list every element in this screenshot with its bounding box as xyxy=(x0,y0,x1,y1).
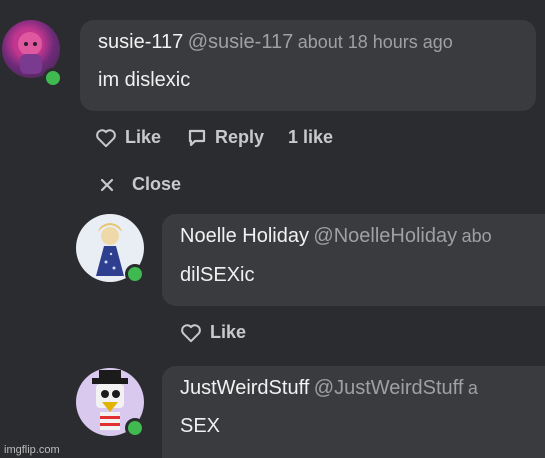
comment-bubble: Noelle Holiday @NoelleHoliday abo dilSEX… xyxy=(162,214,545,306)
close-label: Close xyxy=(132,174,182,194)
comment-timestamp: about 18 hours ago xyxy=(297,32,453,52)
comment-author-handle[interactable]: @NoelleHoliday xyxy=(313,225,457,247)
heart-outline-icon xyxy=(95,128,117,148)
online-status-indicator xyxy=(43,68,63,88)
speech-bubble-icon xyxy=(187,128,207,148)
like-count-label: 1 like xyxy=(288,127,334,147)
comment-author-handle[interactable]: @JustWeirdStuff xyxy=(314,377,464,399)
like-label: Like xyxy=(210,322,247,342)
x-icon xyxy=(100,178,114,192)
close-replies-button[interactable]: Close xyxy=(100,174,181,195)
comment-author-name[interactable]: Noelle Holiday xyxy=(180,225,309,247)
comment-text: SEX xyxy=(180,415,221,437)
comment-text: im dislexic xyxy=(98,69,191,91)
like-button[interactable]: Like xyxy=(95,127,161,148)
comment-text: dilSEXic xyxy=(180,264,255,286)
online-status-indicator xyxy=(125,418,145,438)
comment-author-name[interactable]: susie-117 xyxy=(98,31,183,53)
comment-author-name[interactable]: JustWeirdStuff xyxy=(180,377,309,399)
comment-bubble: susie-117 @susie-117 about 18 hours ago … xyxy=(80,20,536,111)
reply-button[interactable]: Reply xyxy=(187,127,264,148)
heart-outline-icon xyxy=(180,323,202,343)
comment-timestamp: a xyxy=(467,378,478,398)
like-button[interactable]: Like xyxy=(180,322,246,343)
like-label: Like xyxy=(125,127,162,147)
like-count[interactable]: 1 like xyxy=(288,127,333,148)
comment-timestamp: abo xyxy=(461,226,492,246)
watermark: imgflip.com xyxy=(4,444,60,456)
comment-bubble: JustWeirdStuff @JustWeirdStuff a SEX xyxy=(162,366,545,458)
online-status-indicator xyxy=(125,264,145,284)
reply-label: Reply xyxy=(215,127,265,147)
comment-author-handle[interactable]: @susie-117 xyxy=(188,31,294,53)
